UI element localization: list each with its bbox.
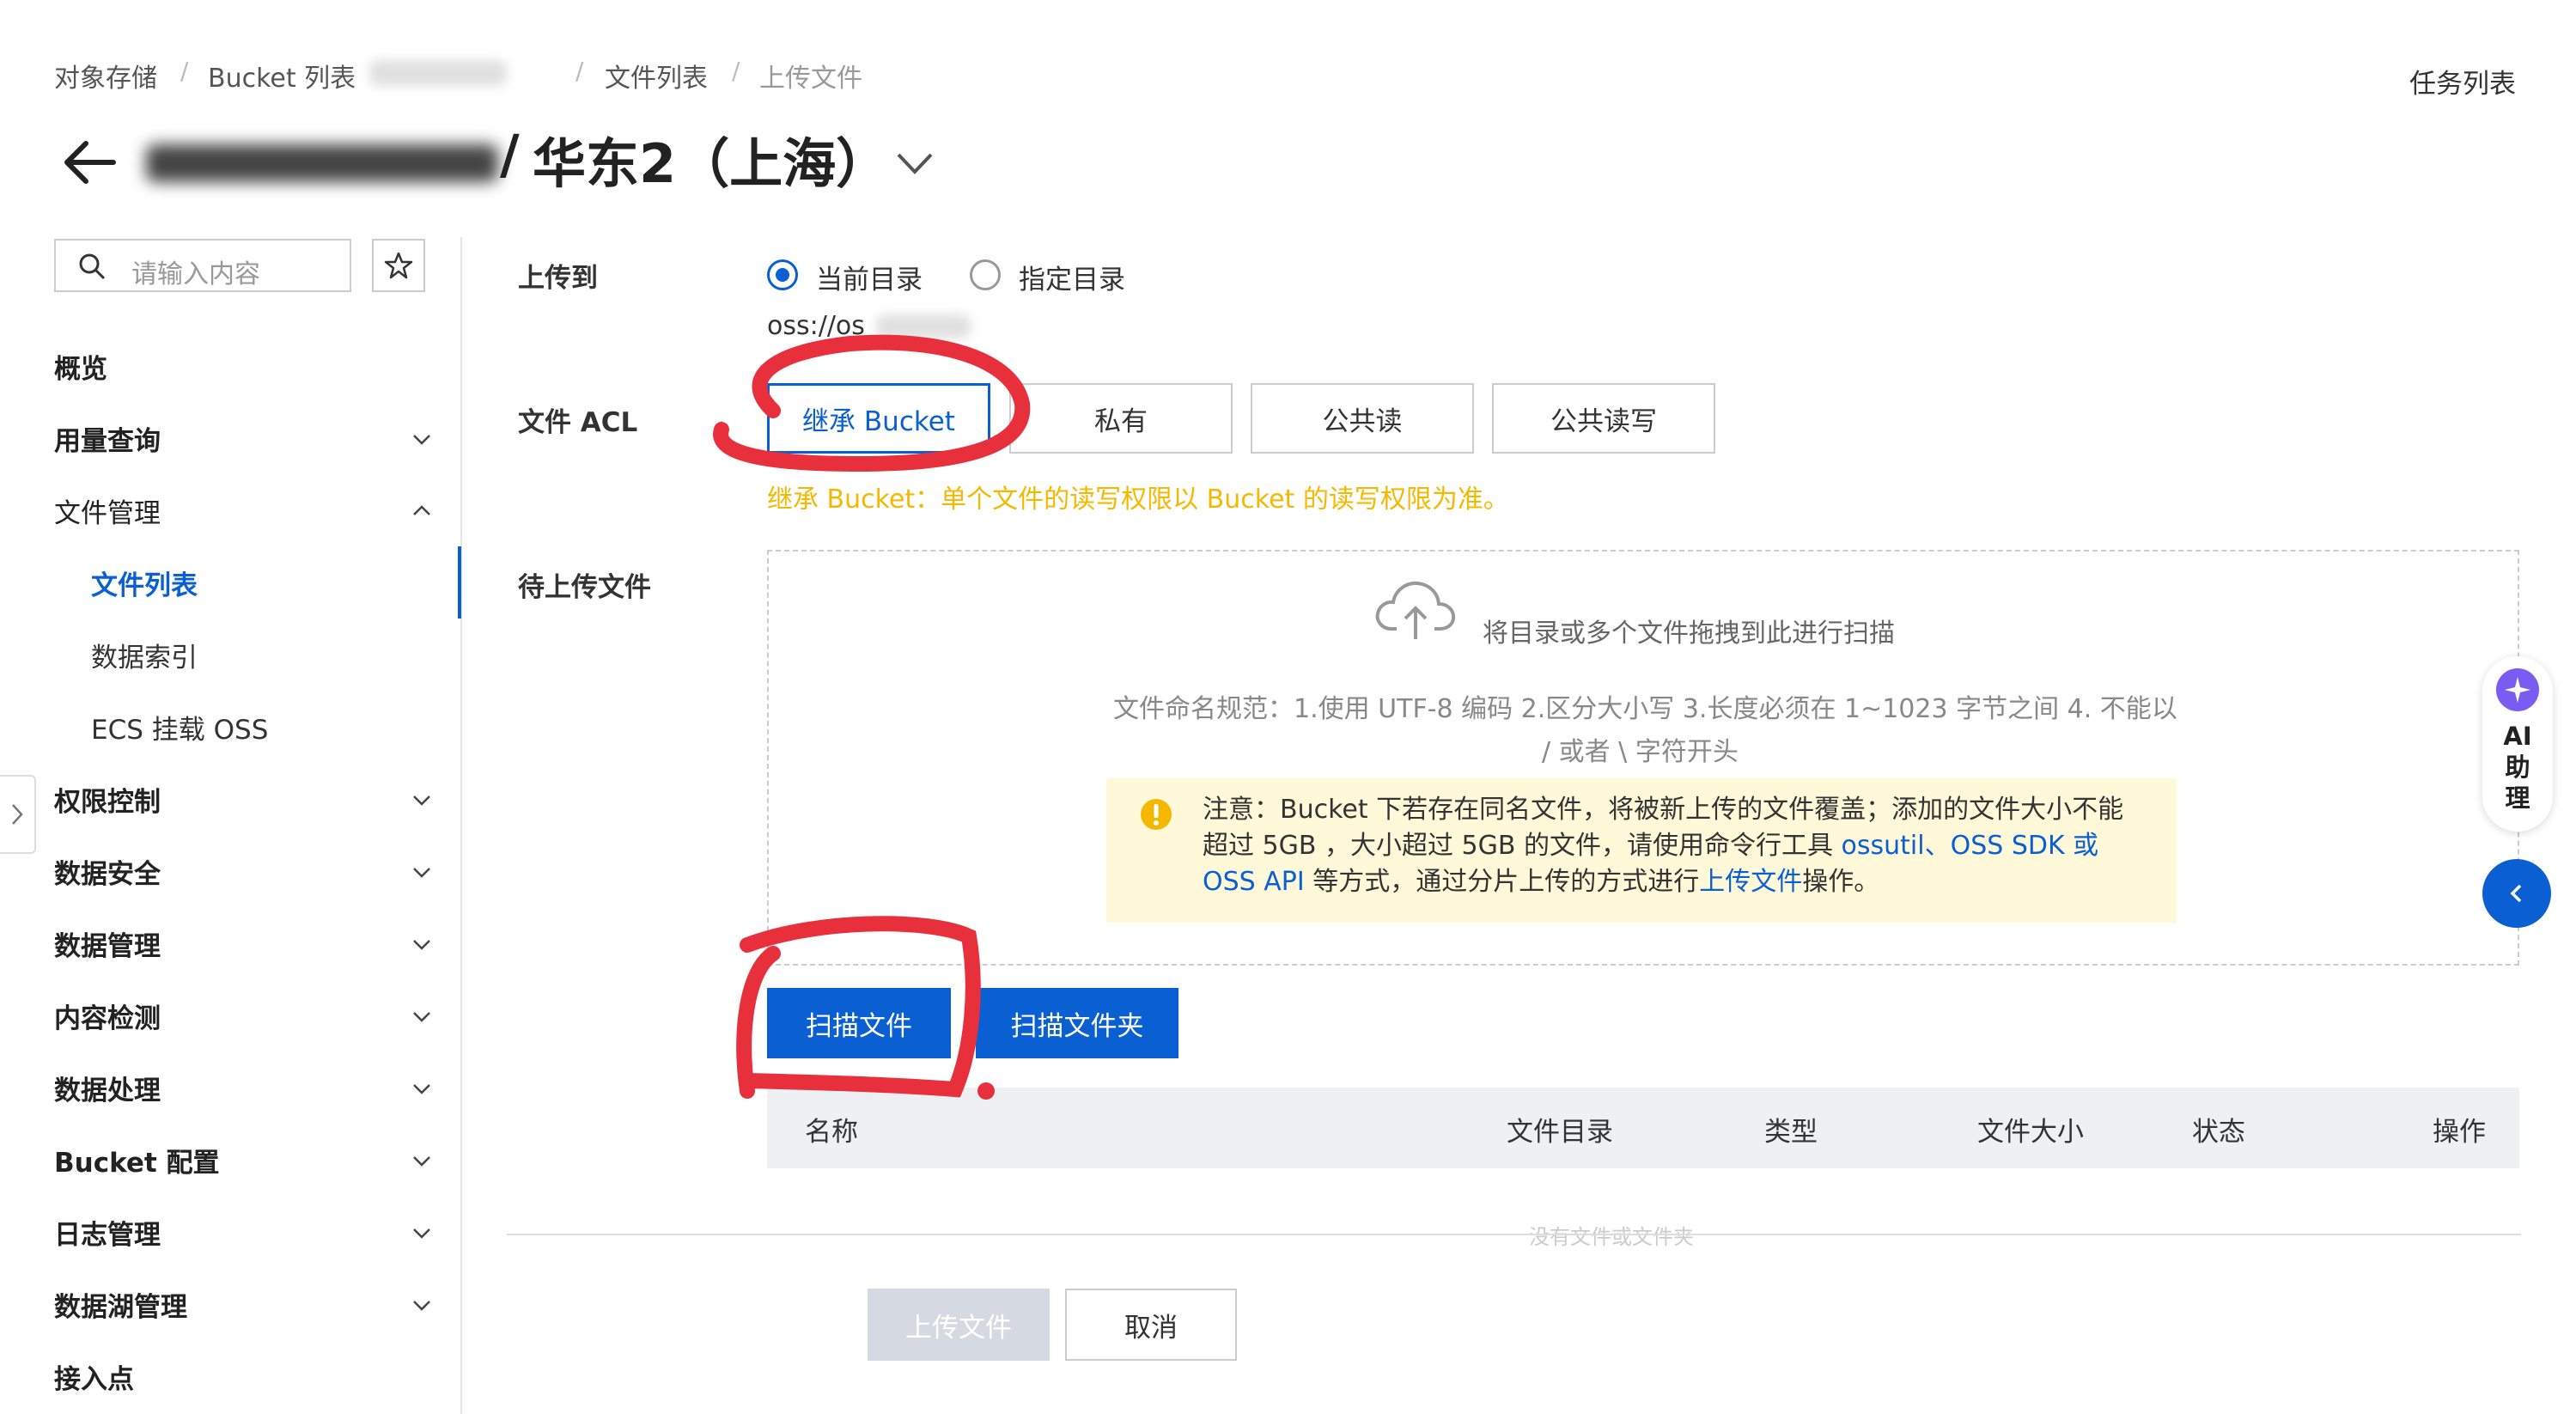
- red-annotation-marks: [713, 334, 1031, 1100]
